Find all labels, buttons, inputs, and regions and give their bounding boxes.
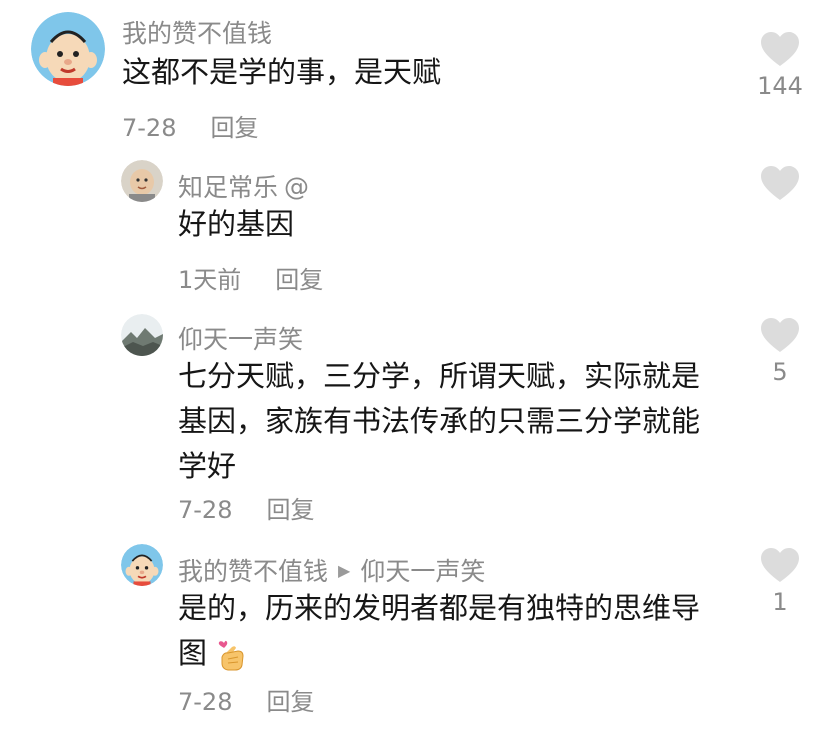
like-count: 144 <box>757 72 803 100</box>
like-count: 5 <box>772 358 788 386</box>
comment-text: 是的，历来的发明者都是有独特的思维导 图 <box>178 586 700 676</box>
comment-text: 好的基因 <box>178 207 295 241</box>
heart-icon <box>761 548 799 582</box>
author-name[interactable]: 我的赞不值钱 <box>178 552 328 588</box>
comment-meta: 7-28 回复 <box>178 490 314 525</box>
comment-text-line: 学好 <box>178 449 237 483</box>
heart-icon <box>761 166 799 200</box>
comment-author: 我的赞不值钱 ▶ 仰天一声笑 <box>178 552 485 588</box>
comment-text-line: 七分天赋，三分学，所谓天赋，实际就是 <box>178 359 701 393</box>
finger-heart-emoji <box>216 639 246 671</box>
like-button[interactable]: 144 <box>748 32 812 100</box>
comment-date: 1天前 <box>178 266 242 294</box>
like-count: 1 <box>772 588 788 616</box>
comment-meta: 7-28 回复 <box>122 108 258 143</box>
mention-symbol: @ <box>284 171 310 201</box>
heart-icon <box>761 318 799 352</box>
comment-date: 7-28 <box>178 688 233 716</box>
reply-arrow-icon: ▶ <box>338 560 351 580</box>
reply-button[interactable]: 回复 <box>275 266 323 294</box>
cartoon-boy-avatar[interactable] <box>31 12 105 86</box>
like-button[interactable]: 1 <box>748 548 812 616</box>
comment-text-line: 基因，家族有书法传承的只需三分学就能 <box>178 404 701 438</box>
comment-text-line: 图 <box>178 631 700 676</box>
reply-to-name[interactable]: 仰天一声笑 <box>360 552 485 588</box>
landscape-photo-avatar[interactable] <box>121 314 163 356</box>
comment-meta: 1天前 回复 <box>178 260 323 295</box>
comment-author[interactable]: 知足常乐 @ <box>178 168 309 204</box>
comment-date: 7-28 <box>122 114 177 142</box>
comment-meta: 7-28 回复 <box>178 682 314 717</box>
like-button[interactable] <box>748 166 812 202</box>
comment-text-line: 是的，历来的发明者都是有独特的思维导 <box>178 591 701 625</box>
comment-author[interactable]: 我的赞不值钱 <box>122 14 272 50</box>
reply-button[interactable]: 回复 <box>266 496 314 524</box>
reply-button[interactable]: 回复 <box>210 114 258 142</box>
reply-button[interactable]: 回复 <box>266 688 314 716</box>
baby-photo-avatar[interactable] <box>121 160 163 202</box>
like-button[interactable]: 5 <box>748 318 812 386</box>
comment-text: 这都不是学的事，是天赋 <box>122 55 442 89</box>
cartoon-boy-avatar[interactable] <box>121 544 163 586</box>
comment-text: 七分天赋，三分学，所谓天赋，实际就是 基因，家族有书法传承的只需三分学就能 学好 <box>178 354 700 489</box>
comment-date: 7-28 <box>178 496 233 524</box>
heart-icon <box>761 32 799 66</box>
comment-author[interactable]: 仰天一声笑 <box>178 320 303 356</box>
